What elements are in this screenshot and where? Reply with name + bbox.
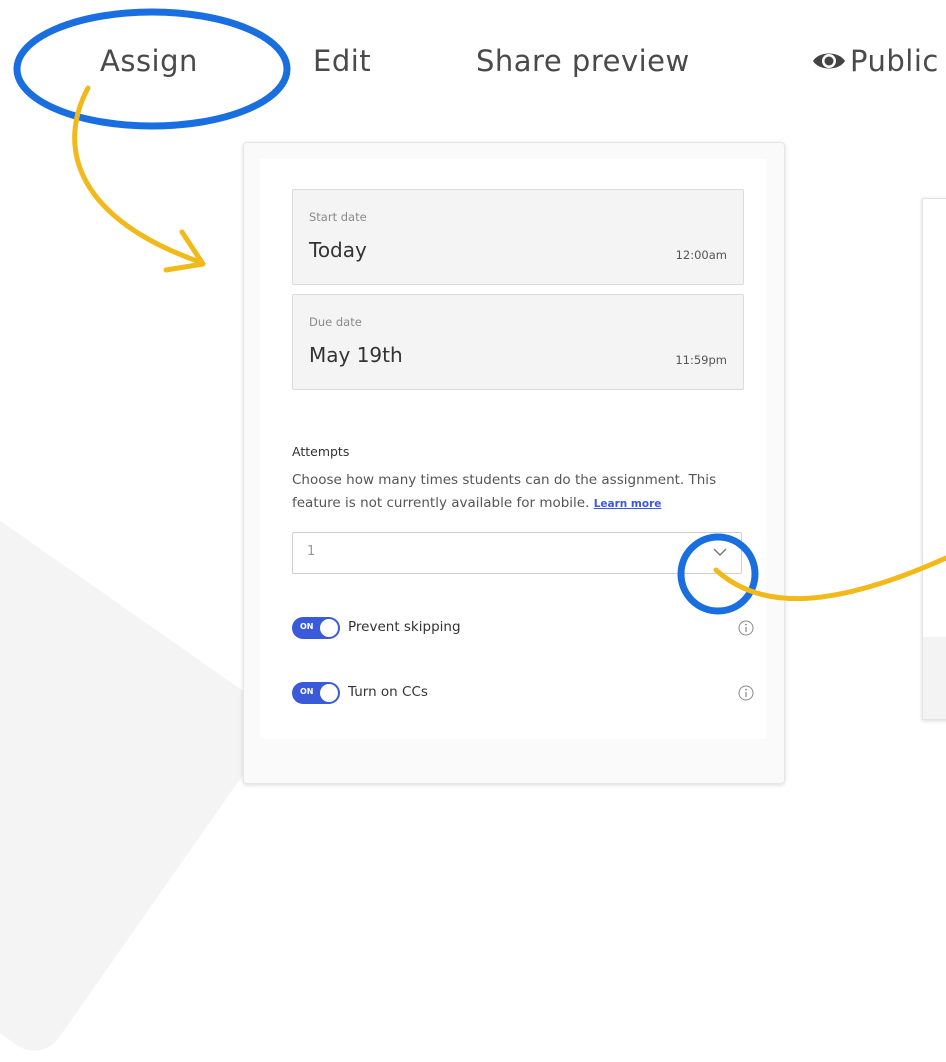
chevron-down-icon[interactable] — [713, 547, 727, 557]
secondary-panel — [922, 198, 946, 720]
tab-edit[interactable]: Edit — [313, 44, 371, 78]
turn-on-ccs-toggle[interactable]: ON — [292, 682, 340, 704]
tab-share-preview[interactable]: Share preview — [476, 44, 690, 78]
assign-panel: Start date Today 12:00am Due date May 19… — [243, 142, 785, 784]
turn-on-ccs-label: Turn on CCs — [348, 684, 428, 700]
prevent-skipping-label: Prevent skipping — [348, 619, 461, 635]
start-date-value: Today — [309, 238, 367, 262]
start-date-field[interactable]: Start date Today 12:00am — [292, 189, 744, 285]
info-icon[interactable] — [738, 685, 754, 701]
attempts-select[interactable]: 1 — [292, 532, 742, 574]
secondary-panel-footer — [923, 637, 946, 719]
public-visibility-button[interactable]: Public — [812, 44, 939, 78]
start-time-value[interactable]: 12:00am — [676, 248, 727, 262]
due-time-value[interactable]: 11:59pm — [675, 353, 727, 367]
prevent-skipping-row: ON Prevent skipping — [292, 615, 754, 641]
public-label: Public — [850, 44, 939, 78]
info-icon[interactable] — [738, 620, 754, 636]
prevent-skipping-toggle[interactable]: ON — [292, 617, 340, 639]
assign-form: Start date Today 12:00am Due date May 19… — [260, 159, 766, 739]
assign-arrowhead — [163, 229, 206, 273]
due-date-label: Due date — [309, 315, 362, 329]
background-corner-shape — [0, 477, 283, 1062]
assign-arrow-curve — [72, 85, 203, 265]
tab-assign[interactable]: Assign — [100, 44, 198, 78]
toggle-state-label: ON — [300, 687, 314, 696]
toggle-knob — [320, 619, 338, 637]
attempts-heading: Attempts — [292, 444, 350, 459]
eye-icon — [813, 53, 845, 69]
start-date-label: Start date — [309, 210, 367, 224]
attempts-selected-value: 1 — [307, 544, 316, 559]
attempts-description: Choose how many times students can do th… — [292, 469, 742, 516]
learn-more-link[interactable]: Learn more — [594, 498, 662, 510]
due-date-field[interactable]: Due date May 19th 11:59pm — [292, 294, 744, 390]
toggle-knob — [320, 684, 338, 702]
due-date-value: May 19th — [309, 343, 403, 367]
turn-on-ccs-row: ON Turn on CCs — [292, 680, 754, 706]
toggle-state-label: ON — [300, 622, 314, 631]
